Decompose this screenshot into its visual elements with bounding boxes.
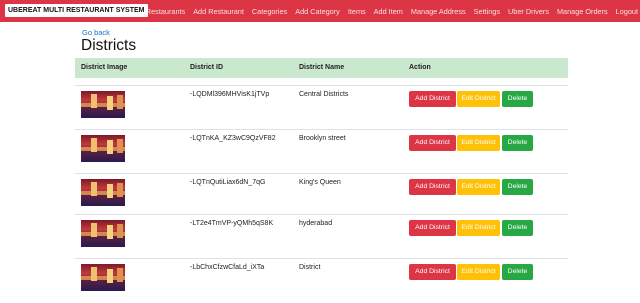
add-district-button[interactable]: Add District [409,264,456,280]
district-name: Central Districts [299,91,349,98]
district-id: -LQTnQutiLiax6dN_7qG [190,179,266,186]
column-header-image: District Image [81,64,128,71]
table-row: -LbChxCfzwCfaLd_iXTa District Add Distri… [75,258,568,303]
edit-district-button[interactable]: Edit District [457,91,500,107]
nav-links: Restaurants Add Restaurant Categories Ad… [146,0,638,22]
district-id: -LbChxCfzwCfaLd_iXTa [190,264,265,271]
table-row: -LQDMl396MHVisK1jTVp Central Districts A… [75,85,568,130]
district-image [81,179,125,206]
edit-district-button[interactable]: Edit District [457,220,500,236]
table-header: District Image District ID District Name… [75,58,568,78]
nav-categories[interactable]: Categories [252,7,287,16]
add-district-button[interactable]: Add District [409,220,456,236]
district-image [81,91,125,118]
nav-settings[interactable]: Settings [474,7,500,16]
nav-items[interactable]: Items [348,7,366,16]
edit-district-button[interactable]: Edit District [457,179,500,195]
delete-button[interactable]: Delete [502,220,533,236]
nav-logout[interactable]: Logout [616,7,638,16]
add-district-button[interactable]: Add District [409,179,456,195]
nav-manage-address[interactable]: Manage Address [411,7,466,16]
delete-button[interactable]: Delete [502,91,533,107]
nav-uber-drivers[interactable]: Uber Drivers [508,7,549,16]
table-row: -LQTnQutiLiax6dN_7qG King's Queen Add Di… [75,173,568,218]
delete-button[interactable]: Delete [502,135,533,151]
top-navbar: UBEREAT MULTI RESTAURANT SYSTEM Restaura… [0,0,640,22]
nav-add-restaurant[interactable]: Add Restaurant [193,7,244,16]
edit-district-button[interactable]: Edit District [457,135,500,151]
district-id: -LQDMl396MHVisK1jTVp [190,91,270,98]
district-image [81,264,125,291]
nav-restaurants[interactable]: Restaurants [146,7,185,16]
column-header-name: District Name [299,64,345,71]
nav-add-item[interactable]: Add Item [374,7,403,16]
nav-manage-orders[interactable]: Manage Orders [557,7,608,16]
edit-district-button[interactable]: Edit District [457,264,500,280]
brand-logo[interactable]: UBEREAT MULTI RESTAURANT SYSTEM [5,4,148,17]
column-header-action: Action [409,64,431,71]
page-title: Districts [81,37,137,54]
district-image [81,220,125,247]
go-back-link[interactable]: Go back [82,28,110,37]
district-id: -LQTnKA_KZ3wC9QzVF82 [190,135,276,142]
district-id: -LT2e4TmVP-yQMh5qS8K [190,220,274,227]
delete-button[interactable]: Delete [502,179,533,195]
district-name: hyderabad [299,220,333,227]
add-district-button[interactable]: Add District [409,135,456,151]
nav-add-category[interactable]: Add Category [295,7,340,16]
delete-button[interactable]: Delete [502,264,533,280]
district-name: District [299,264,321,271]
table-row: -LQTnKA_KZ3wC9QzVF82 Brooklyn street Add… [75,129,568,174]
column-header-id: District ID [190,64,224,71]
district-name: Brooklyn street [299,135,346,142]
district-name: King's Queen [299,179,341,186]
district-image [81,135,125,162]
table-row: -LT2e4TmVP-yQMh5qS8K hyderabad Add Distr… [75,214,568,259]
add-district-button[interactable]: Add District [409,91,456,107]
